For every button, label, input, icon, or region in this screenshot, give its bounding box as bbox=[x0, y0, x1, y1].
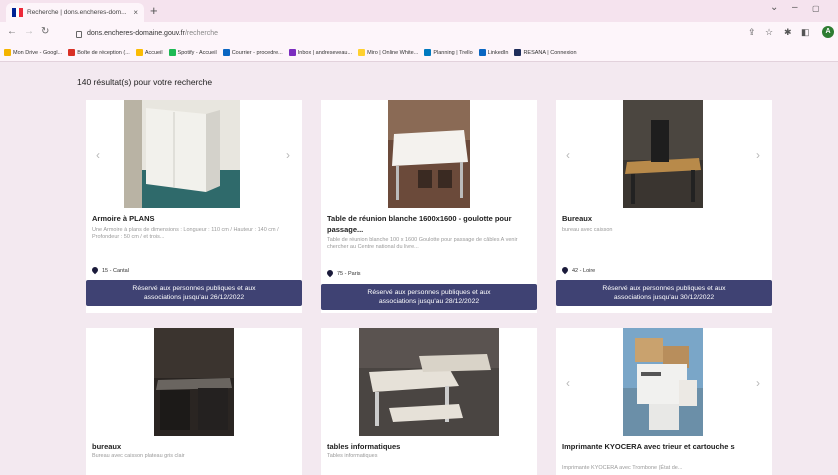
bookmark-item[interactable]: Inbox | andreseveau... bbox=[288, 49, 353, 56]
bookmark-label: Miro | Online White... bbox=[367, 49, 419, 56]
carousel-next-icon[interactable]: › bbox=[756, 148, 760, 162]
card-location: 75 - Paris bbox=[327, 270, 361, 277]
maximize-icon[interactable]: ▢ bbox=[812, 4, 820, 13]
tab-close-icon[interactable]: × bbox=[133, 8, 138, 17]
bookmark-item[interactable]: Courrier - procedre... bbox=[222, 49, 283, 56]
bookmark-item[interactable]: Mon Drive - Googl... bbox=[4, 49, 62, 56]
tab-title: Recherche | dons.encheres-dom... bbox=[27, 9, 127, 16]
profile-avatar[interactable]: A bbox=[822, 26, 834, 38]
extensions-icon[interactable]: ✱ bbox=[784, 27, 792, 38]
results-count: 140 résultat(s) pour votre recherche bbox=[77, 77, 213, 87]
card-title: Table de réunion blanche 1600x1600 - gou… bbox=[327, 214, 512, 234]
bookmark-label: Accueil bbox=[144, 49, 163, 56]
location-pin-icon bbox=[92, 267, 98, 274]
card-location: 15 - Cantal bbox=[92, 267, 129, 274]
carousel-next-icon[interactable]: › bbox=[756, 376, 760, 390]
card-title: bureaux bbox=[92, 442, 122, 451]
bookmark-label: Mon Drive - Googl... bbox=[13, 49, 63, 56]
bookmark-favicon-icon bbox=[168, 49, 176, 56]
lock-icon bbox=[76, 30, 82, 38]
search-results-page: 140 résultat(s) pour votre recherche ‹ ›… bbox=[0, 62, 838, 475]
card-image-carousel bbox=[321, 100, 537, 208]
location-pin-icon bbox=[562, 267, 568, 274]
bookmark-favicon-icon bbox=[514, 49, 522, 56]
card-title: tables informatiques bbox=[327, 442, 401, 451]
carousel-prev-icon[interactable]: ‹ bbox=[566, 376, 570, 390]
card-image-carousel: ‹ › bbox=[556, 100, 772, 208]
location-pin-icon bbox=[327, 270, 333, 277]
bookmark-favicon-icon bbox=[68, 49, 76, 56]
url-text: dons.encheres-domaine.gouv.fr/recherche bbox=[87, 29, 219, 37]
card-description: Imprimante KYOCERA avec Trombone (État d… bbox=[562, 465, 683, 471]
card-photo bbox=[359, 328, 499, 436]
bookmark-label: Boîte de réception (... bbox=[77, 49, 130, 56]
reservation-banner[interactable]: Réservé aux personnes publiques et aux a… bbox=[556, 280, 772, 306]
reload-icon[interactable]: ↻ bbox=[41, 26, 49, 37]
bookmark-item[interactable]: Spotify - Accueil bbox=[168, 49, 217, 56]
browser-toolbar: ← → ↻ dons.encheres-domaine.gouv.fr/rech… bbox=[0, 22, 838, 44]
chevron-down-icon[interactable]: ⌄ bbox=[770, 2, 778, 13]
bookmark-item[interactable]: Boîte de réception (... bbox=[68, 49, 130, 56]
minimize-icon[interactable]: – bbox=[792, 2, 798, 13]
bookmark-label: Courrier - procedre... bbox=[231, 49, 283, 56]
result-card[interactable]: ‹ › Bureaux bureau avec caisson 42 - Loi… bbox=[556, 100, 772, 313]
bookmark-label: Spotify - Accueil bbox=[177, 49, 217, 56]
card-photo bbox=[154, 328, 234, 436]
bookmark-item[interactable]: RESANA | Connexion bbox=[514, 49, 577, 56]
result-card[interactable]: bureaux Bureau avec caisson plateau gris… bbox=[86, 328, 302, 475]
browser-tab-active[interactable]: Recherche | dons.encheres-dom... × bbox=[6, 3, 144, 22]
card-location: 42 - Loire bbox=[562, 267, 595, 274]
browser-tab-strip: Recherche | dons.encheres-dom... × + ⌄ –… bbox=[0, 0, 838, 22]
bookmark-item[interactable]: LinkedIn bbox=[478, 49, 509, 56]
bookmark-item[interactable]: Accueil bbox=[135, 49, 163, 56]
bookmark-label: Planning | Trello bbox=[433, 49, 473, 56]
card-image-carousel: ‹ › bbox=[556, 328, 772, 436]
address-bar[interactable]: dons.encheres-domaine.gouv.fr/recherche bbox=[72, 25, 772, 41]
card-image-carousel: ‹ › bbox=[86, 100, 302, 208]
card-photo bbox=[124, 100, 240, 208]
result-card[interactable]: tables informatiques Tables informatique… bbox=[321, 328, 537, 475]
card-description: Bureau avec caisson plateau gris clair bbox=[92, 453, 185, 459]
new-tab-button[interactable]: + bbox=[150, 3, 158, 19]
sidebar-icon[interactable]: ◧ bbox=[801, 27, 810, 38]
share-icon[interactable]: ⇪ bbox=[748, 27, 756, 38]
bookmark-item[interactable]: Miro | Online White... bbox=[358, 49, 418, 56]
bookmark-favicon-icon bbox=[424, 49, 432, 56]
bookmark-label: LinkedIn bbox=[487, 49, 509, 56]
bookmark-favicon-icon bbox=[478, 49, 486, 56]
card-photo bbox=[388, 100, 470, 208]
card-description: bureau avec caisson bbox=[562, 227, 613, 233]
bookmark-favicon-icon bbox=[358, 49, 366, 56]
card-title: Imprimante KYOCERA avec trieur et cartou… bbox=[562, 442, 735, 451]
result-card[interactable]: Table de réunion blanche 1600x1600 - gou… bbox=[321, 100, 537, 313]
bookmark-favicon-icon bbox=[135, 49, 143, 56]
card-description: Tables informatiques bbox=[327, 453, 378, 459]
card-image-carousel bbox=[86, 328, 302, 436]
bookmark-favicon-icon bbox=[4, 49, 11, 56]
republique-francaise-favicon-icon bbox=[12, 8, 24, 17]
reservation-banner[interactable]: Réservé aux personnes publiques et aux a… bbox=[321, 284, 537, 310]
card-description: Une Armoire à plans de dimensions : Long… bbox=[92, 227, 279, 240]
bookmark-label: Inbox | andreseveau... bbox=[297, 49, 353, 56]
bookmark-label: RESANA | Connexion bbox=[523, 49, 577, 56]
carousel-next-icon[interactable]: › bbox=[286, 148, 290, 162]
card-title: Bureaux bbox=[562, 214, 593, 223]
result-card[interactable]: ‹ › Armoire à PLANS Une Armoire à plans … bbox=[86, 100, 302, 313]
bookmarks-bar: Mon Drive - Googl... Boîte de réception (… bbox=[0, 44, 838, 62]
card-image-carousel bbox=[321, 328, 537, 436]
carousel-prev-icon[interactable]: ‹ bbox=[96, 148, 100, 162]
reservation-banner[interactable]: Réservé aux personnes publiques et aux a… bbox=[86, 280, 302, 306]
carousel-prev-icon[interactable]: ‹ bbox=[566, 148, 570, 162]
bookmark-favicon-icon bbox=[288, 49, 296, 56]
star-icon[interactable]: ☆ bbox=[765, 27, 773, 38]
back-arrow-icon[interactable]: ← bbox=[7, 26, 17, 37]
forward-arrow-icon[interactable]: → bbox=[24, 26, 34, 37]
card-title: Armoire à PLANS bbox=[92, 214, 155, 223]
result-card[interactable]: ‹ › Imprimante KYOCERA avec trieur et ca… bbox=[556, 328, 772, 475]
bookmark-item[interactable]: Planning | Trello bbox=[424, 49, 473, 56]
card-photo bbox=[623, 100, 703, 208]
bookmark-favicon-icon bbox=[222, 49, 230, 56]
card-description: Table de réunion blanche 100 x 1600 Goul… bbox=[327, 237, 518, 250]
card-photo bbox=[623, 328, 703, 436]
